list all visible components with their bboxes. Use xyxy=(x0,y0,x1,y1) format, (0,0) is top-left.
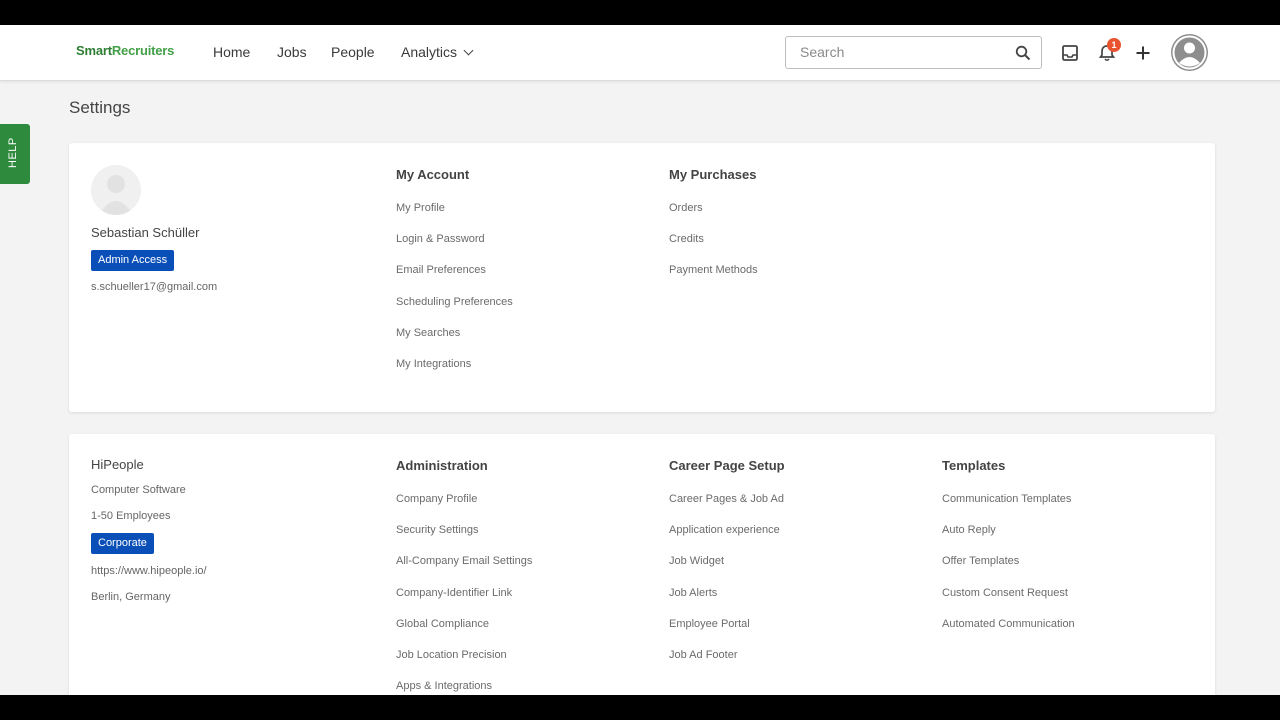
profile-email: s.schueller17@gmail.com xyxy=(91,281,218,293)
link-employee-portal[interactable]: Employee Portal xyxy=(669,618,785,649)
profile-avatar xyxy=(91,165,141,215)
career-page-setup-title: Career Page Setup xyxy=(669,458,785,473)
company-website: https://www.hipeople.io/ xyxy=(91,565,207,577)
profile-name: Sebastian Schüller xyxy=(91,225,200,240)
admin-access-badge: Admin Access xyxy=(91,250,175,271)
company-name: HiPeople xyxy=(91,457,144,472)
link-job-widget[interactable]: Job Widget xyxy=(669,555,785,586)
my-account-section: My Account My Profile Login & Password E… xyxy=(396,167,513,389)
nav-home[interactable]: Home xyxy=(213,44,250,60)
account-settings-card: Sebastian Schüller Admin Access s.schuel… xyxy=(69,143,1215,412)
link-application-experience[interactable]: Application experience xyxy=(669,524,785,555)
company-industry: Computer Software xyxy=(91,484,186,496)
link-auto-reply[interactable]: Auto Reply xyxy=(942,524,1075,555)
company-settings-card: HiPeople Computer Software 1-50 Employee… xyxy=(69,434,1215,695)
help-tab[interactable]: HELP xyxy=(0,124,30,184)
notification-count-badge: 1 xyxy=(1107,38,1121,52)
templates-title: Templates xyxy=(942,458,1006,473)
link-career-pages-job-ad[interactable]: Career Pages & Job Ad xyxy=(669,493,785,524)
search-box[interactable] xyxy=(785,36,1042,69)
link-global-compliance[interactable]: Global Compliance xyxy=(396,618,532,649)
link-payment-methods[interactable]: Payment Methods xyxy=(669,264,758,295)
chevron-down-icon xyxy=(463,45,474,56)
my-purchases-title: My Purchases xyxy=(669,167,757,182)
plus-icon[interactable] xyxy=(1132,42,1154,64)
link-company-identifier-link[interactable]: Company-Identifier Link xyxy=(396,587,532,618)
search-icon[interactable] xyxy=(1015,45,1031,61)
link-automated-communication[interactable]: Automated Communication xyxy=(942,618,1075,649)
administration-title: Administration xyxy=(396,458,488,473)
link-offer-templates[interactable]: Offer Templates xyxy=(942,555,1075,586)
link-custom-consent-request[interactable]: Custom Consent Request xyxy=(942,587,1075,618)
my-purchases-section: My Purchases Orders Credits Payment Meth… xyxy=(669,167,758,296)
link-all-company-email-settings[interactable]: All-Company Email Settings xyxy=(396,555,532,586)
administration-section: Administration Company Profile Security … xyxy=(396,458,532,695)
corporate-plan-badge: Corporate xyxy=(91,533,154,554)
company-location: Berlin, Germany xyxy=(91,591,171,603)
inbox-icon[interactable] xyxy=(1059,42,1081,64)
link-my-profile[interactable]: My Profile xyxy=(396,202,513,233)
nav-jobs[interactable]: Jobs xyxy=(277,44,307,60)
link-company-profile[interactable]: Company Profile xyxy=(396,493,532,524)
user-silhouette-icon xyxy=(1172,35,1207,70)
top-navigation-bar: SmartRecruiters Home Jobs People Analyti… xyxy=(0,25,1280,81)
link-my-integrations[interactable]: My Integrations xyxy=(396,358,513,389)
link-apps-integrations[interactable]: Apps & Integrations xyxy=(396,680,532,695)
link-job-alerts[interactable]: Job Alerts xyxy=(669,587,785,618)
my-account-title: My Account xyxy=(396,167,470,182)
link-scheduling-preferences[interactable]: Scheduling Preferences xyxy=(396,296,513,327)
link-communication-templates[interactable]: Communication Templates xyxy=(942,493,1075,524)
help-label: HELP xyxy=(7,137,19,168)
user-placeholder-icon xyxy=(99,175,133,215)
nav-analytics-label: Analytics xyxy=(401,44,458,60)
smartrecruiters-logo[interactable]: SmartRecruiters xyxy=(76,43,174,58)
templates-section: Templates Communication Templates Auto R… xyxy=(942,458,1075,649)
user-avatar[interactable] xyxy=(1171,34,1208,71)
link-security-settings[interactable]: Security Settings xyxy=(396,524,532,555)
link-job-location-precision[interactable]: Job Location Precision xyxy=(396,649,532,680)
link-my-searches[interactable]: My Searches xyxy=(396,327,513,358)
nav-people[interactable]: People xyxy=(331,44,375,60)
link-orders[interactable]: Orders xyxy=(669,202,758,233)
page-title: Settings xyxy=(69,98,131,117)
link-login-password[interactable]: Login & Password xyxy=(396,233,513,264)
company-size: 1-50 Employees xyxy=(91,510,171,522)
link-job-ad-footer[interactable]: Job Ad Footer xyxy=(669,649,785,680)
career-page-setup-section: Career Page Setup Career Pages & Job Ad … xyxy=(669,458,785,680)
link-email-preferences[interactable]: Email Preferences xyxy=(396,264,513,295)
search-input[interactable] xyxy=(800,44,1000,60)
nav-analytics[interactable]: Analytics xyxy=(401,44,474,60)
app-screen: SmartRecruiters Home Jobs People Analyti… xyxy=(0,25,1280,695)
link-credits[interactable]: Credits xyxy=(669,233,758,264)
